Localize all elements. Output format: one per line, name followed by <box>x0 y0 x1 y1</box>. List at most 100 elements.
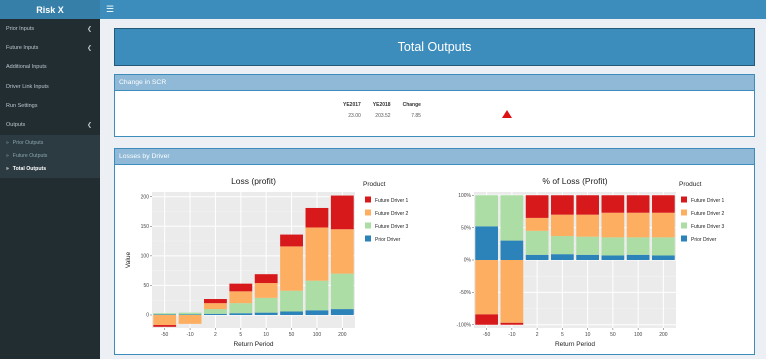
legend-swatch <box>681 196 687 203</box>
sidebar: Prior Inputs ❮ Future Inputs ❮ Additiona… <box>0 19 100 359</box>
panel-header-label: Change in SCR <box>119 79 167 86</box>
column-header: YE2017 <box>343 101 361 108</box>
y-tick-label: -50% <box>459 290 471 296</box>
y-tick-label: 100% <box>458 193 471 199</box>
bar-segment <box>280 311 303 315</box>
x-tick-label: 50 <box>610 332 616 338</box>
bar-segment <box>204 303 227 310</box>
bar-segment <box>330 195 354 230</box>
chevron-left-icon: ❮ <box>86 45 92 52</box>
bar-segment <box>330 273 354 310</box>
bar-segment <box>500 195 524 241</box>
bar-segment <box>330 309 354 315</box>
y-tick-label: 150 <box>141 224 150 230</box>
x-tick-label: 2 <box>214 332 217 338</box>
bar-segment <box>229 303 253 314</box>
y-tick-label: 0 <box>146 313 149 319</box>
panel-header: Losses by Driver <box>115 149 754 165</box>
sidebar-item-run-settings[interactable]: Run Settings <box>0 96 100 115</box>
bar-segment <box>576 254 599 260</box>
y-axis-title: Value <box>125 252 132 269</box>
sidebar-item-driver-link-inputs[interactable]: Driver Link Inputs <box>0 77 100 96</box>
x-tick-label: -10 <box>508 332 515 338</box>
bar-segment <box>305 310 329 315</box>
bar-segment <box>153 314 177 326</box>
chevron-left-icon: ❮ <box>86 26 92 33</box>
chart-1: 0 50 100 150 200 -50 -10 2 5 10 50 100 200 Loss (prof… <box>125 176 409 348</box>
bar-segment <box>229 313 253 315</box>
scr-table: YE2017 YE2018 Change 23.00 203.52 7.85 <box>337 99 427 122</box>
sidebar-item-additional-inputs[interactable]: Additional Inputs <box>0 58 100 77</box>
sidebar-subitem-label: Prior Outputs <box>12 140 44 147</box>
y-tick-label: 200 <box>141 194 150 200</box>
sidebar-item-label: Outputs <box>6 122 26 129</box>
bar-segment <box>601 255 625 260</box>
double-chevron-right-icon: » <box>6 140 9 147</box>
sidebar-subitem-total-outputs[interactable]: » Total Outputs <box>0 163 100 176</box>
bar-segment <box>652 237 675 256</box>
x-tick-label: 5 <box>561 332 564 338</box>
sidebar-item-prior-inputs[interactable]: Prior Inputs ❮ <box>0 19 100 38</box>
bar-segment <box>601 237 625 256</box>
x-tick-label: -10 <box>186 332 193 338</box>
sidebar-item-label: Driver Link Inputs <box>6 83 49 90</box>
legend-swatch <box>365 222 371 229</box>
table-header-row: YE2017 YE2018 Change <box>337 99 427 110</box>
y-tick-label: 100 <box>141 254 150 260</box>
bar-segment <box>330 229 354 274</box>
legend-label: Future Driver 2 <box>375 211 409 217</box>
bar-segment <box>475 314 498 325</box>
sidebar-item-future-inputs[interactable]: Future Inputs ❮ <box>0 38 100 57</box>
page-title-box: Total Outputs <box>114 28 755 66</box>
bar-segment <box>280 290 303 312</box>
bar-segment <box>652 195 675 213</box>
bar-segment <box>153 313 177 315</box>
table-row: 23.00 203.52 7.85 <box>337 110 427 122</box>
legend-label: Future Driver 1 <box>375 198 409 204</box>
bar-segment <box>652 255 675 260</box>
bar-segment <box>601 212 625 238</box>
bar-segment <box>626 195 650 213</box>
bar-segment <box>305 227 329 281</box>
legend-title: Product <box>679 181 702 188</box>
bar-segment <box>626 237 650 255</box>
bar-segment <box>153 314 177 315</box>
chevron-down-icon: ❮ <box>86 122 92 129</box>
up-triangle-icon <box>502 110 512 118</box>
bar-segment <box>254 274 278 284</box>
bar-segment <box>254 312 278 315</box>
bar-segment <box>305 207 329 228</box>
bar-segment <box>178 314 202 315</box>
legend-label: Prior Driver <box>375 237 401 243</box>
bar-segment <box>178 312 202 315</box>
x-axis-title: Return Period <box>555 341 595 348</box>
bar-segment <box>204 313 227 315</box>
bar-segment <box>551 236 574 255</box>
bar-segment <box>153 325 177 327</box>
double-chevron-right-icon: » <box>6 166 9 173</box>
x-axis-title: Return Period <box>233 341 273 348</box>
bar-segment <box>525 217 549 231</box>
sidebar-subitem-prior-outputs[interactable]: » Prior Outputs <box>0 137 100 150</box>
chart-title: Loss (profit) <box>231 176 276 186</box>
x-tick-label: 200 <box>338 332 347 338</box>
legend-label: Future Driver 3 <box>691 224 725 230</box>
sidebar-item-outputs[interactable]: Outputs ❮ <box>0 115 100 134</box>
hamburger-menu-icon[interactable]: ☰ <box>106 4 114 14</box>
bar-segment <box>601 195 625 213</box>
bar-segment <box>626 254 650 260</box>
app-logo[interactable]: Risk X <box>0 0 100 19</box>
x-tick-label: 200 <box>659 332 668 338</box>
legend-label: Future Driver 3 <box>375 224 409 230</box>
bar-segment <box>500 322 524 325</box>
x-tick-label: -50 <box>161 332 168 338</box>
bar-segment <box>475 195 498 227</box>
bar-segment <box>475 260 498 315</box>
bar-segment <box>652 212 675 238</box>
sidebar-subitem-future-outputs[interactable]: » Future Outputs <box>0 150 100 163</box>
bar-segment <box>204 309 227 314</box>
bar-segment <box>525 230 549 255</box>
legend-swatch <box>681 235 687 242</box>
chart-title: % of Loss (Profit) <box>542 176 607 186</box>
bar-segment <box>305 280 329 311</box>
